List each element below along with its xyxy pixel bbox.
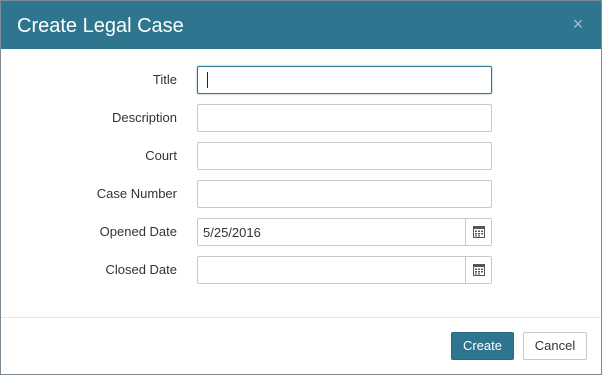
title-label: Title — [152, 72, 177, 87]
create-legal-case-dialog: Create Legal Case × Title Description Co… — [0, 0, 602, 375]
description-row: Description — [1, 104, 601, 132]
opened-date-picker-button[interactable] — [465, 219, 491, 245]
opened-date-label: Opened Date — [99, 224, 177, 239]
case-number-input[interactable] — [197, 180, 492, 208]
text-caret — [207, 72, 208, 88]
opened-date-input[interactable] — [197, 218, 492, 246]
case-number-label: Case Number — [96, 186, 177, 201]
description-label: Description — [111, 110, 177, 125]
closed-date-picker-button[interactable] — [465, 257, 491, 283]
close-icon: × — [572, 14, 584, 34]
close-button[interactable]: × — [567, 13, 589, 35]
court-input[interactable] — [197, 142, 492, 170]
dialog-title: Create Legal Case — [17, 15, 184, 37]
cancel-button[interactable]: Cancel — [523, 332, 587, 360]
create-button[interactable]: Create — [451, 332, 514, 360]
court-label: Court — [145, 148, 177, 163]
closed-date-row: Closed Date — [1, 256, 601, 284]
calendar-icon — [473, 264, 485, 276]
footer-divider — [1, 317, 601, 318]
opened-date-row: Opened Date — [1, 218, 601, 246]
court-row: Court — [1, 142, 601, 170]
title-input[interactable] — [197, 66, 492, 94]
calendar-icon — [473, 226, 485, 238]
description-input[interactable] — [197, 104, 492, 132]
dialog-header: Create Legal Case × — [1, 1, 601, 49]
title-row: Title — [1, 66, 601, 94]
case-number-row: Case Number — [1, 180, 601, 208]
closed-date-label: Closed Date — [105, 262, 177, 277]
closed-date-input[interactable] — [197, 256, 492, 284]
